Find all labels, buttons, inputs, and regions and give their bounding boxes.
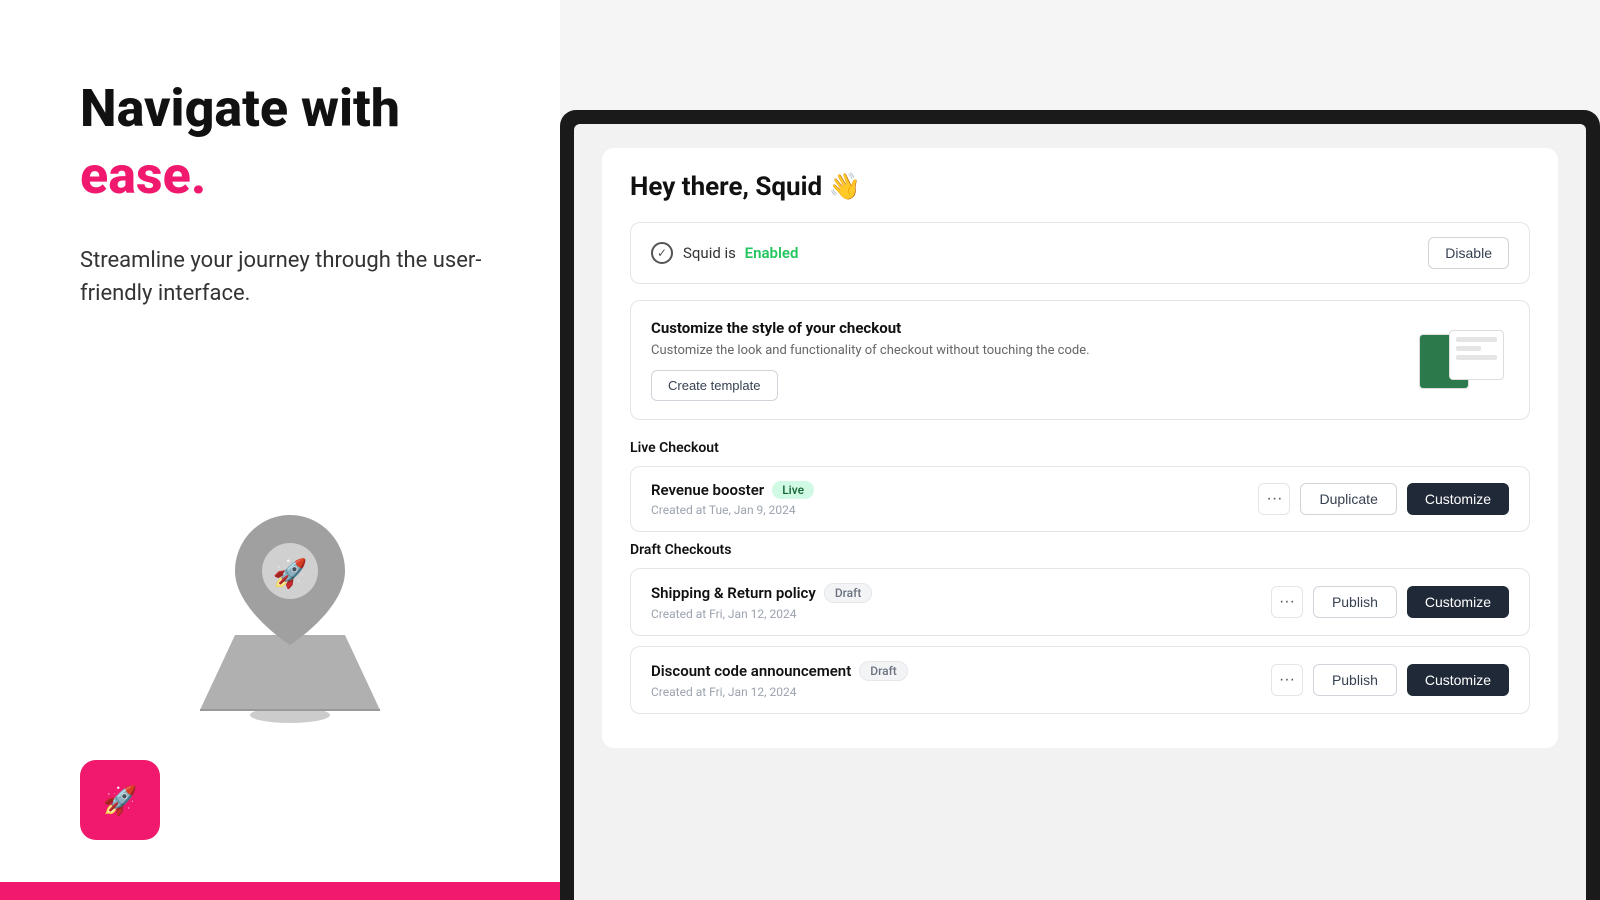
status-bar: ✓ Squid is Enabled Disable: [630, 222, 1530, 284]
preview-line-2: [1456, 346, 1481, 351]
subtext: Streamline your journey through the user…: [80, 244, 500, 310]
customize-button-discount[interactable]: Customize: [1407, 664, 1509, 696]
badge-live: Live: [772, 481, 814, 499]
live-checkout-section: Live Checkout Revenue booster Live Creat…: [630, 440, 1530, 532]
draft-checkouts-header: Draft Checkouts: [630, 542, 1530, 558]
item-date: Created at Tue, Jan 9, 2024: [651, 503, 814, 517]
left-panel: Navigate with ease. Streamline your jour…: [0, 0, 560, 900]
item-name-discount: Discount code announcement: [651, 662, 851, 680]
template-preview: [1419, 330, 1509, 390]
status-left: ✓ Squid is Enabled: [651, 242, 798, 264]
status-word: Enabled: [745, 244, 799, 262]
item-info-discount: Discount code announcement Draft Created…: [651, 661, 908, 699]
more-options-button-shipping[interactable]: ···: [1271, 586, 1303, 618]
checkout-item-discount: Discount code announcement Draft Created…: [630, 646, 1530, 714]
item-actions-revenue: ··· Duplicate Customize: [1258, 483, 1509, 515]
right-panel: Hey there, Squid 👋 ✓ Squid is Enabled Di…: [560, 0, 1600, 900]
customize-button[interactable]: Customize: [1407, 483, 1509, 515]
greeting: Hey there, Squid 👋: [630, 172, 1530, 202]
item-info-shipping: Shipping & Return policy Draft Created a…: [651, 583, 872, 621]
check-circle-icon: ✓: [651, 242, 673, 264]
headline-accent: ease.: [80, 145, 206, 206]
laptop: Hey there, Squid 👋 ✓ Squid is Enabled Di…: [560, 110, 1600, 900]
customize-button-shipping[interactable]: Customize: [1407, 586, 1509, 618]
customize-desc: Customize the look and functionality of …: [651, 343, 1090, 358]
preview-line-3: [1456, 355, 1497, 360]
item-name: Revenue booster: [651, 481, 764, 499]
item-actions-discount: ··· Publish Customize: [1271, 664, 1509, 696]
item-name-shipping: Shipping & Return policy: [651, 584, 816, 602]
item-date-shipping: Created at Fri, Jan 12, 2024: [651, 607, 872, 621]
status-prefix-text: Squid is: [683, 244, 736, 262]
customize-text: Customize the style of your checkout Cus…: [651, 319, 1090, 401]
app-icon: 🚀: [80, 760, 160, 840]
item-info-revenue: Revenue booster Live Created at Tue, Jan…: [651, 481, 814, 517]
publish-button-shipping[interactable]: Publish: [1313, 586, 1397, 618]
pink-bar: [0, 882, 560, 900]
create-template-button[interactable]: Create template: [651, 370, 778, 401]
item-date-discount: Created at Fri, Jan 12, 2024: [651, 685, 908, 699]
item-name-row-shipping: Shipping & Return policy Draft: [651, 583, 872, 603]
disable-button[interactable]: Disable: [1428, 237, 1509, 269]
laptop-screen-inner: Hey there, Squid 👋 ✓ Squid is Enabled Di…: [574, 124, 1586, 900]
laptop-screen-outer: Hey there, Squid 👋 ✓ Squid is Enabled Di…: [560, 110, 1600, 900]
draft-checkouts-section: Draft Checkouts Shipping & Return policy…: [630, 542, 1530, 714]
app-card: Hey there, Squid 👋 ✓ Squid is Enabled Di…: [602, 148, 1558, 748]
duplicate-button[interactable]: Duplicate: [1300, 483, 1396, 515]
customize-title: Customize the style of your checkout: [651, 319, 1090, 337]
svg-text:🚀: 🚀: [273, 557, 308, 590]
customize-checkout-block: Customize the style of your checkout Cus…: [630, 300, 1530, 420]
publish-button-discount[interactable]: Publish: [1313, 664, 1397, 696]
checkout-item-revenue-booster: Revenue booster Live Created at Tue, Jan…: [630, 466, 1530, 532]
badge-draft-discount: Draft: [859, 661, 908, 681]
live-checkout-header: Live Checkout: [630, 440, 1530, 456]
headline: Navigate with ease.: [80, 80, 500, 214]
badge-draft-shipping: Draft: [824, 583, 873, 603]
status-prefix: Squid is Enabled: [683, 244, 798, 262]
item-name-row: Revenue booster Live: [651, 481, 814, 499]
more-options-button[interactable]: ···: [1258, 483, 1290, 515]
preview-card-white: [1449, 330, 1504, 380]
item-name-row-discount: Discount code announcement Draft: [651, 661, 908, 681]
headline-line1: Navigate with: [80, 78, 400, 139]
preview-line-1: [1456, 337, 1497, 342]
svg-text:🚀: 🚀: [103, 784, 138, 817]
more-options-button-discount[interactable]: ···: [1271, 664, 1303, 696]
checkout-item-shipping: Shipping & Return policy Draft Created a…: [630, 568, 1530, 636]
item-actions-shipping: ··· Publish Customize: [1271, 586, 1509, 618]
